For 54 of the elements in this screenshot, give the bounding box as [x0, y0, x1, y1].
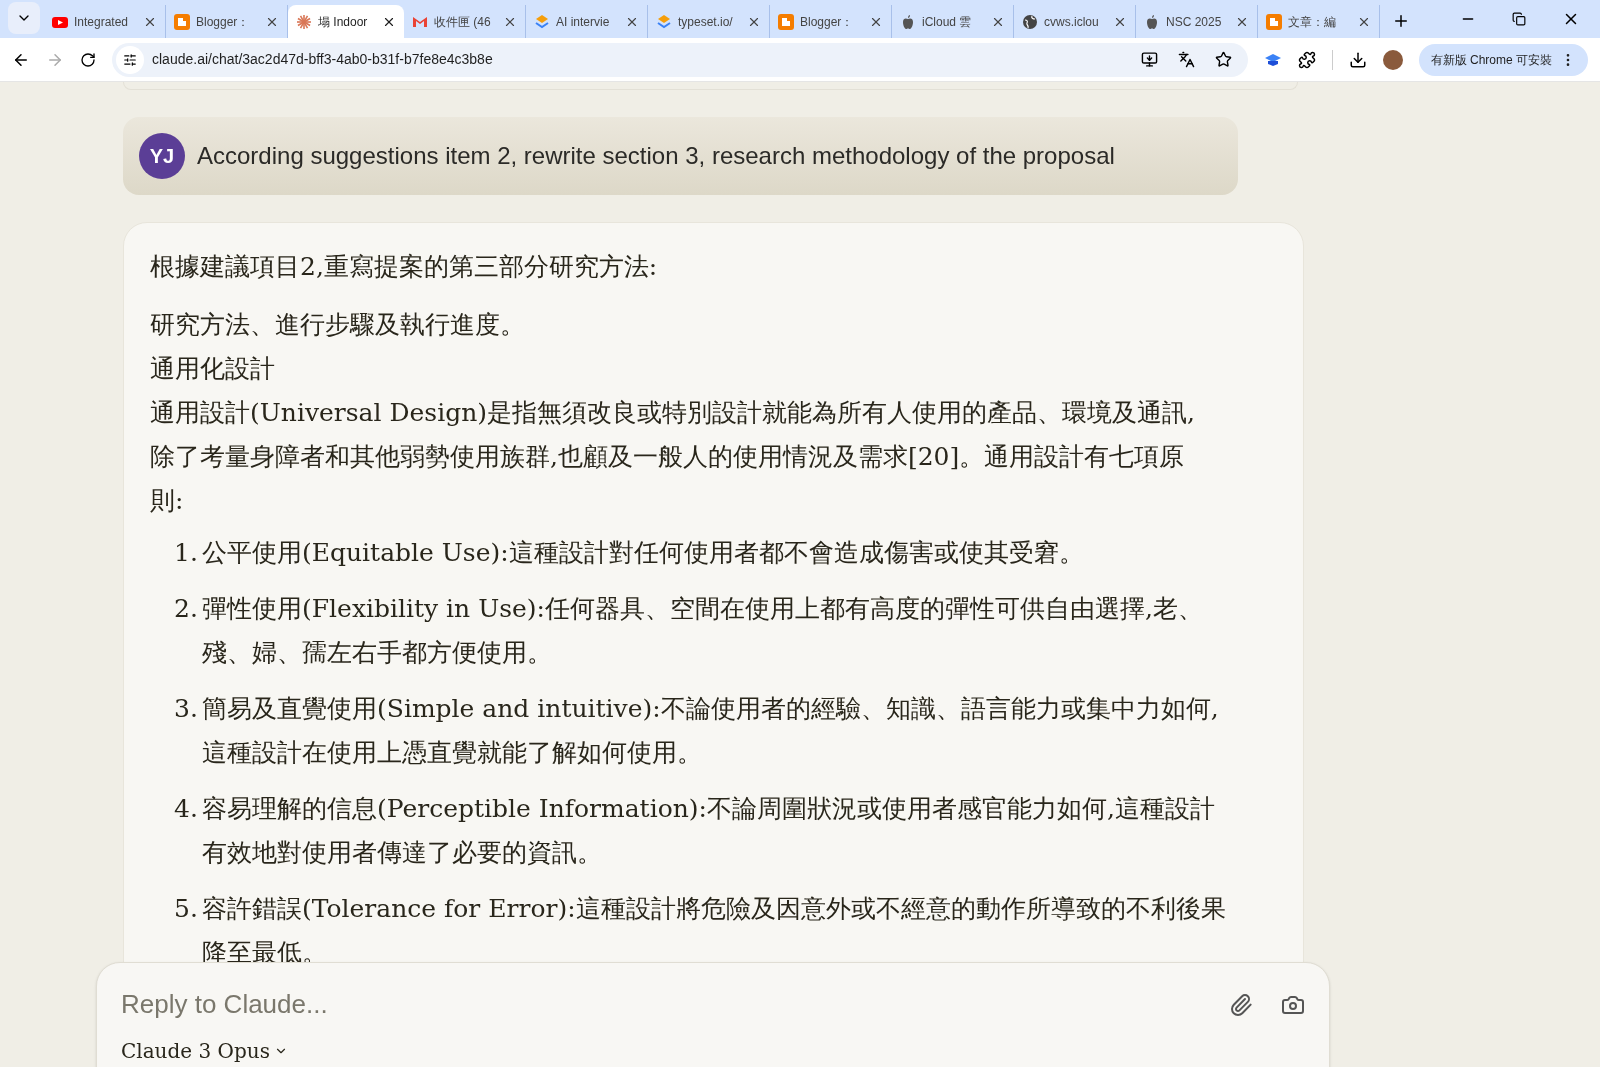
tab-title: Integrated [74, 13, 130, 31]
list-item-text: 彈性使用(Flexibility in Use):任何器具、空間在使用上都有高度的彈性可供自由選擇,老、殘、婦、孺左右手都方便使用。 [202, 593, 1204, 669]
cap-icon[interactable] [1263, 52, 1282, 67]
model-selector[interactable]: Claude 3 Opus [121, 1036, 288, 1066]
list-item-text: 容易理解的信息(Perceptible Information):不論周圍狀況或使用者感官能力如何,這種設計有效地對使用者傳達了必要的資訊。 [202, 793, 1216, 869]
extensions-icon[interactable] [1297, 50, 1316, 69]
update-button[interactable]: 有新版 Chrome 可安裝 [1418, 43, 1588, 76]
stack-icon [534, 13, 550, 30]
tab-title: typeset.io/ [678, 13, 734, 31]
response-paragraph: 研究方法、進行步驟及執行進度。 [150, 309, 526, 341]
reply-input[interactable]: Reply to Claude... [121, 985, 1229, 1024]
address-bar[interactable]: claude.ai/chat/3ac2d47d-bff3-4ab0-b31f-b7fe8e4c3b8e [112, 42, 1248, 77]
paperclip-icon[interactable] [1229, 992, 1253, 1017]
download-icon[interactable] [1348, 50, 1367, 69]
list-number: 2. [174, 593, 199, 625]
apple-icon [1144, 13, 1160, 30]
apple-icon [900, 13, 916, 30]
tab-title: 塌 Indoor [318, 13, 369, 31]
browser-tab[interactable]: 塌 Indoor [288, 5, 404, 38]
user-message-text: According suggestions item 2, rewrite section 3, research methodology of the proposal [197, 141, 1115, 171]
new-tab-icon[interactable] [1392, 12, 1410, 30]
response-paragraph: 根據建議項目2,重寫提案的第三部分研究方法: [150, 251, 659, 283]
tab-title: 文章：編 [1288, 13, 1337, 31]
starburst-icon [296, 13, 312, 30]
stack-icon [656, 13, 672, 30]
profile-avatar[interactable] [1382, 49, 1403, 70]
bookmark-icon[interactable] [1214, 51, 1232, 68]
list-item-text: 簡易及直覺使用(Simple and intuitive):不論使用者的經驗、知識、語言能力或集中力如何,這種設計在使用上憑直覺就能了解如何使用。 [202, 693, 1220, 769]
reload-icon[interactable] [80, 51, 96, 68]
tab-title: Blogger： [196, 13, 251, 31]
user-avatar: YJ [139, 133, 185, 179]
tab-search-button[interactable] [8, 1, 40, 34]
tab-title: AI intervie [556, 13, 611, 31]
tab-title: NSC 2025 [1166, 13, 1223, 31]
list-number: 3. [174, 693, 199, 725]
blog-icon [778, 13, 794, 30]
tab-title: cvws.iclou [1044, 13, 1100, 31]
tab-title: Blogger： [800, 13, 855, 31]
translate-icon[interactable] [1177, 51, 1195, 68]
site-settings-icon[interactable] [116, 45, 144, 74]
globe-icon [1022, 13, 1038, 30]
tab-title: 收件匣 (46 [434, 13, 492, 31]
restore-icon[interactable] [1512, 12, 1526, 26]
response-paragraph: 通用化設計 [150, 353, 276, 385]
list-number: 5. [174, 893, 199, 925]
blog-icon [1266, 13, 1282, 30]
list-item-text: 公平使用(Equitable Use):這種設計對任何使用者都不會造成傷害或使其受窘。 [202, 537, 1084, 569]
list-number: 1. [174, 537, 199, 569]
response-paragraph: 通用設計(Universal Design)是指無須改良或特別設計就能為所有人使用的產品、環境及通訊,除了考量身障者和其他弱勢使用族群,也顧及一般人的使用情況及需求[20]。通用設計有七項原則: [150, 397, 1196, 517]
tab-title: iCloud 雲 [922, 13, 973, 31]
url-text: claude.ai/chat/3ac2d47d-bff3-4ab0-b31f-b7fe8e4c3b8e [152, 50, 494, 69]
install-icon[interactable] [1140, 51, 1158, 68]
blog-icon [174, 13, 190, 30]
list-number: 4. [174, 793, 199, 825]
